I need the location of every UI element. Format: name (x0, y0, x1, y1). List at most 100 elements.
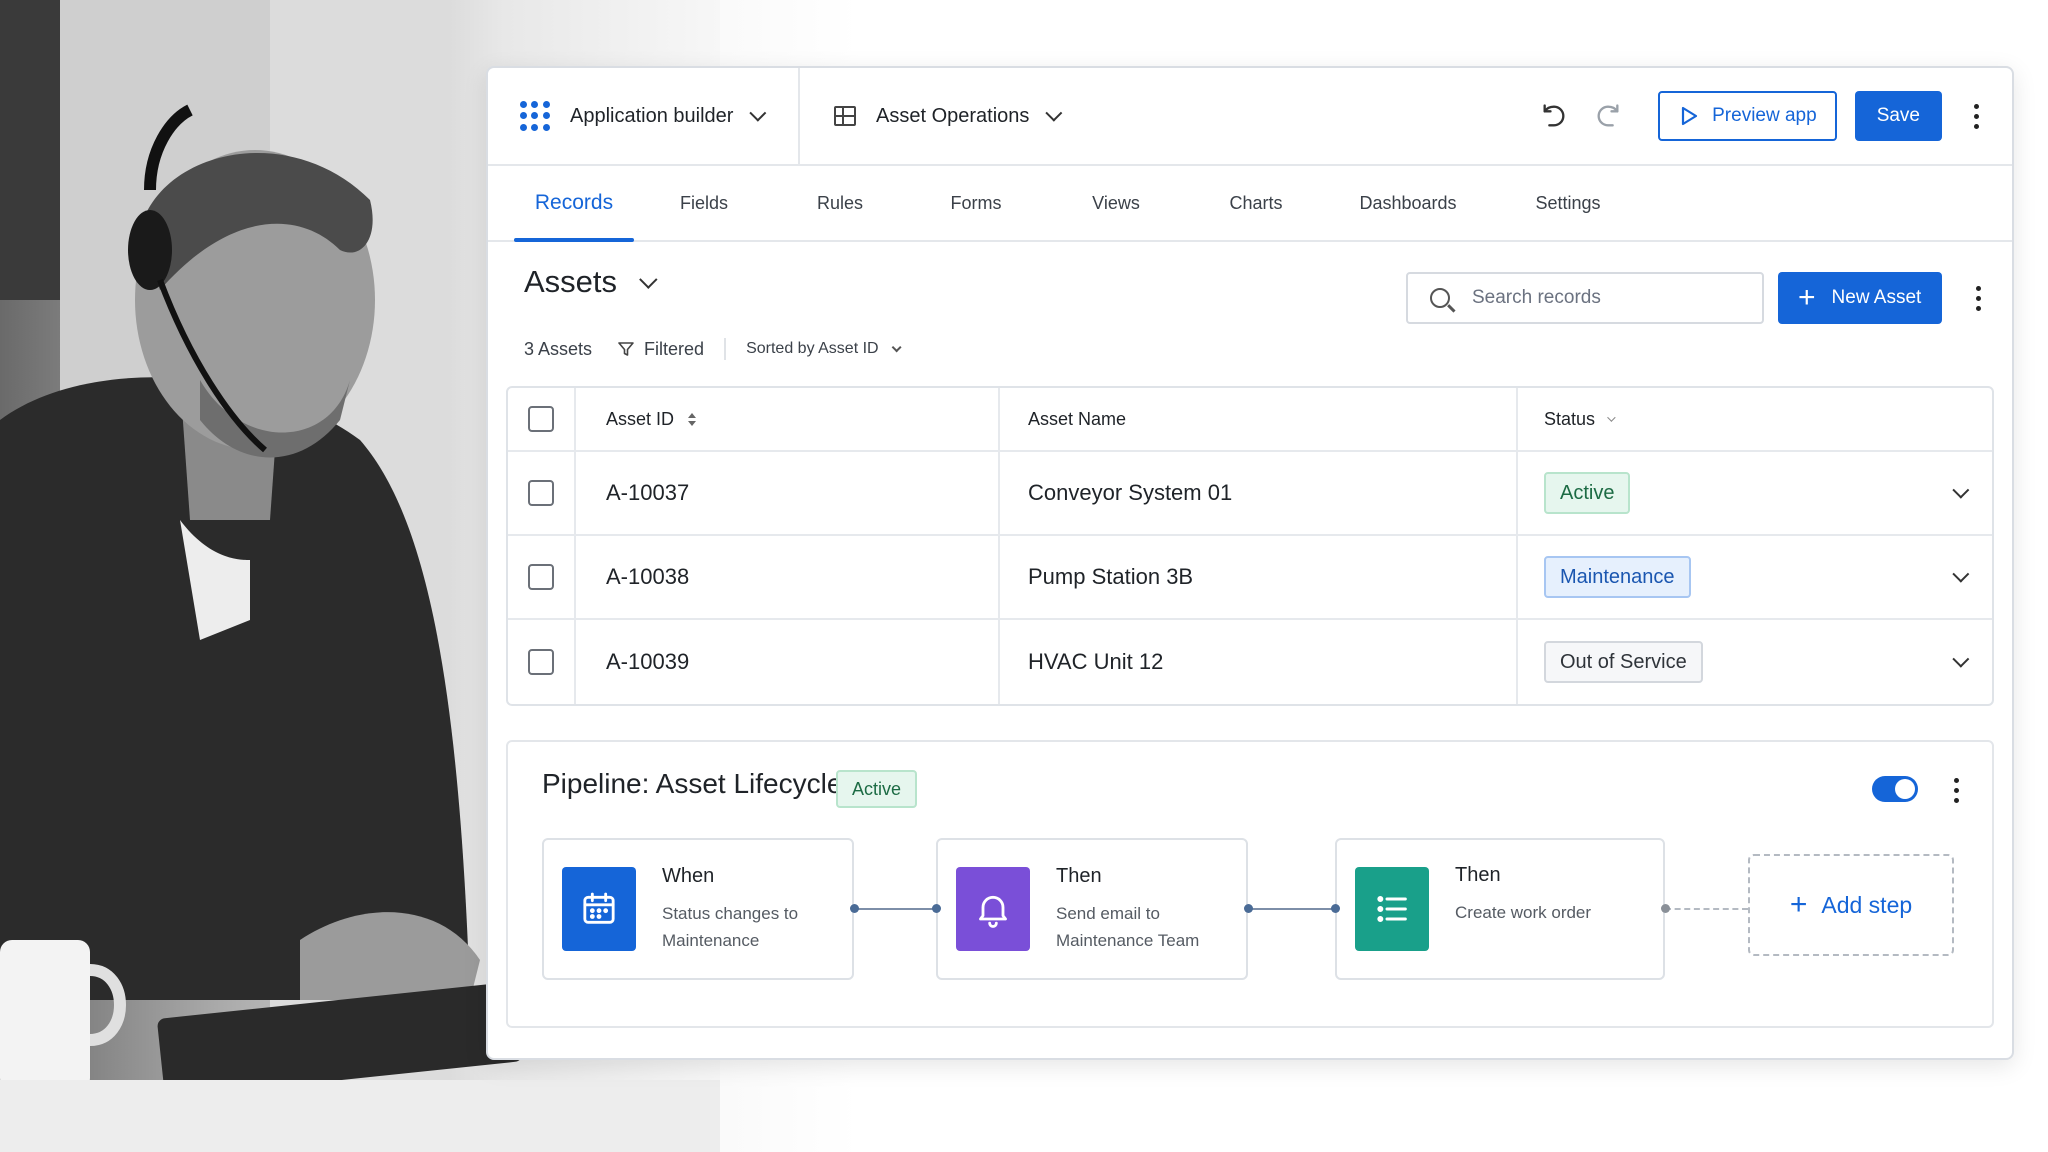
pipeline-step-email[interactable]: Then Send email to Maintenance Team (936, 838, 1248, 980)
search-input[interactable]: Search records (1406, 272, 1764, 324)
status-badge: Active (1544, 472, 1631, 514)
sort-label[interactable]: Sorted by Asset ID (746, 340, 879, 358)
chevron-down-icon (1045, 104, 1063, 122)
connector-dot (1661, 904, 1670, 913)
new-asset-label: New Asset (1831, 287, 1922, 308)
app-window: Application builder Asset Operations Pre… (486, 66, 2014, 1060)
pipeline-step-work-order[interactable]: Then Create work order (1335, 838, 1665, 980)
bell-icon (956, 867, 1030, 951)
asset-name: HVAC Unit 12 (1028, 649, 1164, 674)
add-step-label: Add step (1821, 891, 1913, 918)
chevron-down-icon[interactable] (1952, 481, 1970, 499)
chevron-down-icon[interactable] (1952, 565, 1970, 583)
connector-dot (932, 904, 941, 913)
plus-icon: + (1798, 281, 1816, 314)
chevron-down-icon[interactable] (1952, 650, 1970, 668)
preview-app-label: Preview app (1712, 105, 1817, 126)
row-checkbox[interactable] (528, 649, 554, 675)
search-icon (1430, 288, 1450, 308)
connector-dot (850, 904, 859, 913)
table-row[interactable]: A-10039 HVAC Unit 12 Out of Service (508, 620, 1992, 704)
tab-dashboards[interactable]: Dashboards (1326, 166, 1490, 240)
save-button[interactable]: Save (1854, 91, 1942, 141)
records-meta: 3 Assets Filtered Sorted by Asset ID (524, 338, 902, 360)
asset-id: A-10038 (606, 564, 690, 589)
tab-records[interactable]: Records (514, 166, 634, 242)
asset-id: A-10039 (606, 649, 690, 674)
step-description-line2: Maintenance (662, 930, 760, 950)
connector-dot (1244, 904, 1253, 913)
tab-rules[interactable]: Rules (774, 166, 906, 240)
add-step-button[interactable]: + Add step (1748, 854, 1954, 956)
app-selector[interactable]: Asset Operations (800, 68, 1063, 164)
connector-dot (1331, 904, 1340, 913)
sort-icon[interactable] (688, 412, 697, 426)
more-options-icon[interactable] (1964, 96, 1988, 136)
asset-id: A-10037 (606, 480, 690, 505)
chevron-down-icon (1607, 413, 1616, 422)
step-description-line2: Maintenance Team (1056, 930, 1200, 950)
asset-name: Conveyor System 01 (1028, 480, 1233, 505)
step-description-line1: Create work order (1455, 903, 1592, 922)
column-label: Status (1544, 408, 1596, 429)
step-connector (1248, 908, 1335, 910)
section-title: Assets (524, 264, 618, 299)
row-checkbox[interactable] (528, 480, 554, 506)
preview-app-button[interactable]: Preview app (1658, 91, 1837, 141)
pipeline-toggle[interactable] (1872, 776, 1918, 802)
tab-settings[interactable]: Settings (1490, 166, 1646, 240)
new-asset-button[interactable]: + New Asset (1778, 272, 1942, 324)
section-header[interactable]: Assets (524, 264, 658, 300)
app-switcher[interactable]: Application builder (488, 68, 800, 164)
column-header-asset-id[interactable]: Asset ID (576, 388, 1000, 450)
play-icon (1682, 106, 1698, 126)
column-label: Asset ID (606, 408, 675, 429)
table-row[interactable]: A-10038 Pump Station 3B Maintenance (508, 536, 1992, 620)
pipeline-title: Pipeline: Asset Lifecycle (542, 768, 843, 799)
redo-icon[interactable] (1588, 96, 1628, 136)
step-connector (854, 908, 936, 910)
undo-icon[interactable] (1534, 96, 1574, 136)
pipeline-status-badge: Active (836, 770, 918, 808)
tab-views[interactable]: Views (1046, 166, 1186, 240)
chevron-down-icon (639, 269, 658, 289)
row-checkbox[interactable] (528, 564, 554, 590)
calendar-icon (562, 867, 636, 951)
pipeline-panel: Pipeline: Asset Lifecycle Active When St… (506, 740, 1994, 1028)
app-grid-icon (520, 101, 550, 131)
tab-fields[interactable]: Fields (634, 166, 774, 240)
filtered-label[interactable]: Filtered (644, 339, 704, 360)
search-placeholder: Search records (1472, 287, 1601, 308)
plus-icon: + (1789, 888, 1808, 921)
asset-name: Pump Station 3B (1028, 564, 1194, 589)
step-connector-pending (1665, 908, 1748, 910)
list-icon (1355, 867, 1429, 951)
app-name: Asset Operations (876, 104, 1030, 127)
step-description-line1: Send email to (1056, 903, 1160, 923)
filter-icon[interactable] (618, 341, 634, 357)
status-badge: Maintenance (1544, 556, 1691, 598)
table-header-row: Asset ID Asset Name Status (508, 388, 1992, 452)
tab-bar: Records Fields Rules Forms Views Charts … (488, 166, 2012, 242)
step-kind: When (662, 864, 715, 887)
column-label: Asset Name (1028, 408, 1127, 429)
pipeline-more-icon[interactable] (1944, 770, 1968, 810)
status-badge: Out of Service (1544, 641, 1703, 683)
step-kind: Then (1455, 864, 1501, 886)
record-count: 3 Assets (524, 338, 593, 359)
chevron-down-icon (749, 104, 767, 122)
chevron-down-icon[interactable] (891, 341, 902, 352)
table-row[interactable]: A-10037 Conveyor System 01 Active (508, 452, 1992, 536)
step-kind: Then (1056, 864, 1102, 887)
select-all-checkbox[interactable] (528, 406, 554, 432)
records-table: Asset ID Asset Name Status A-10037 Conve… (506, 386, 1994, 706)
divider (724, 338, 727, 360)
section-more-icon[interactable] (1966, 278, 1990, 318)
pipeline-step-trigger[interactable]: When Status changes to Maintenance (542, 838, 854, 980)
tab-charts[interactable]: Charts (1186, 166, 1326, 240)
app-switcher-label: Application builder (570, 104, 734, 127)
top-bar: Application builder Asset Operations Pre… (488, 68, 2012, 166)
tab-forms[interactable]: Forms (906, 166, 1046, 240)
column-header-asset-name[interactable]: Asset Name (1000, 388, 1518, 450)
column-header-status[interactable]: Status (1518, 388, 1992, 450)
